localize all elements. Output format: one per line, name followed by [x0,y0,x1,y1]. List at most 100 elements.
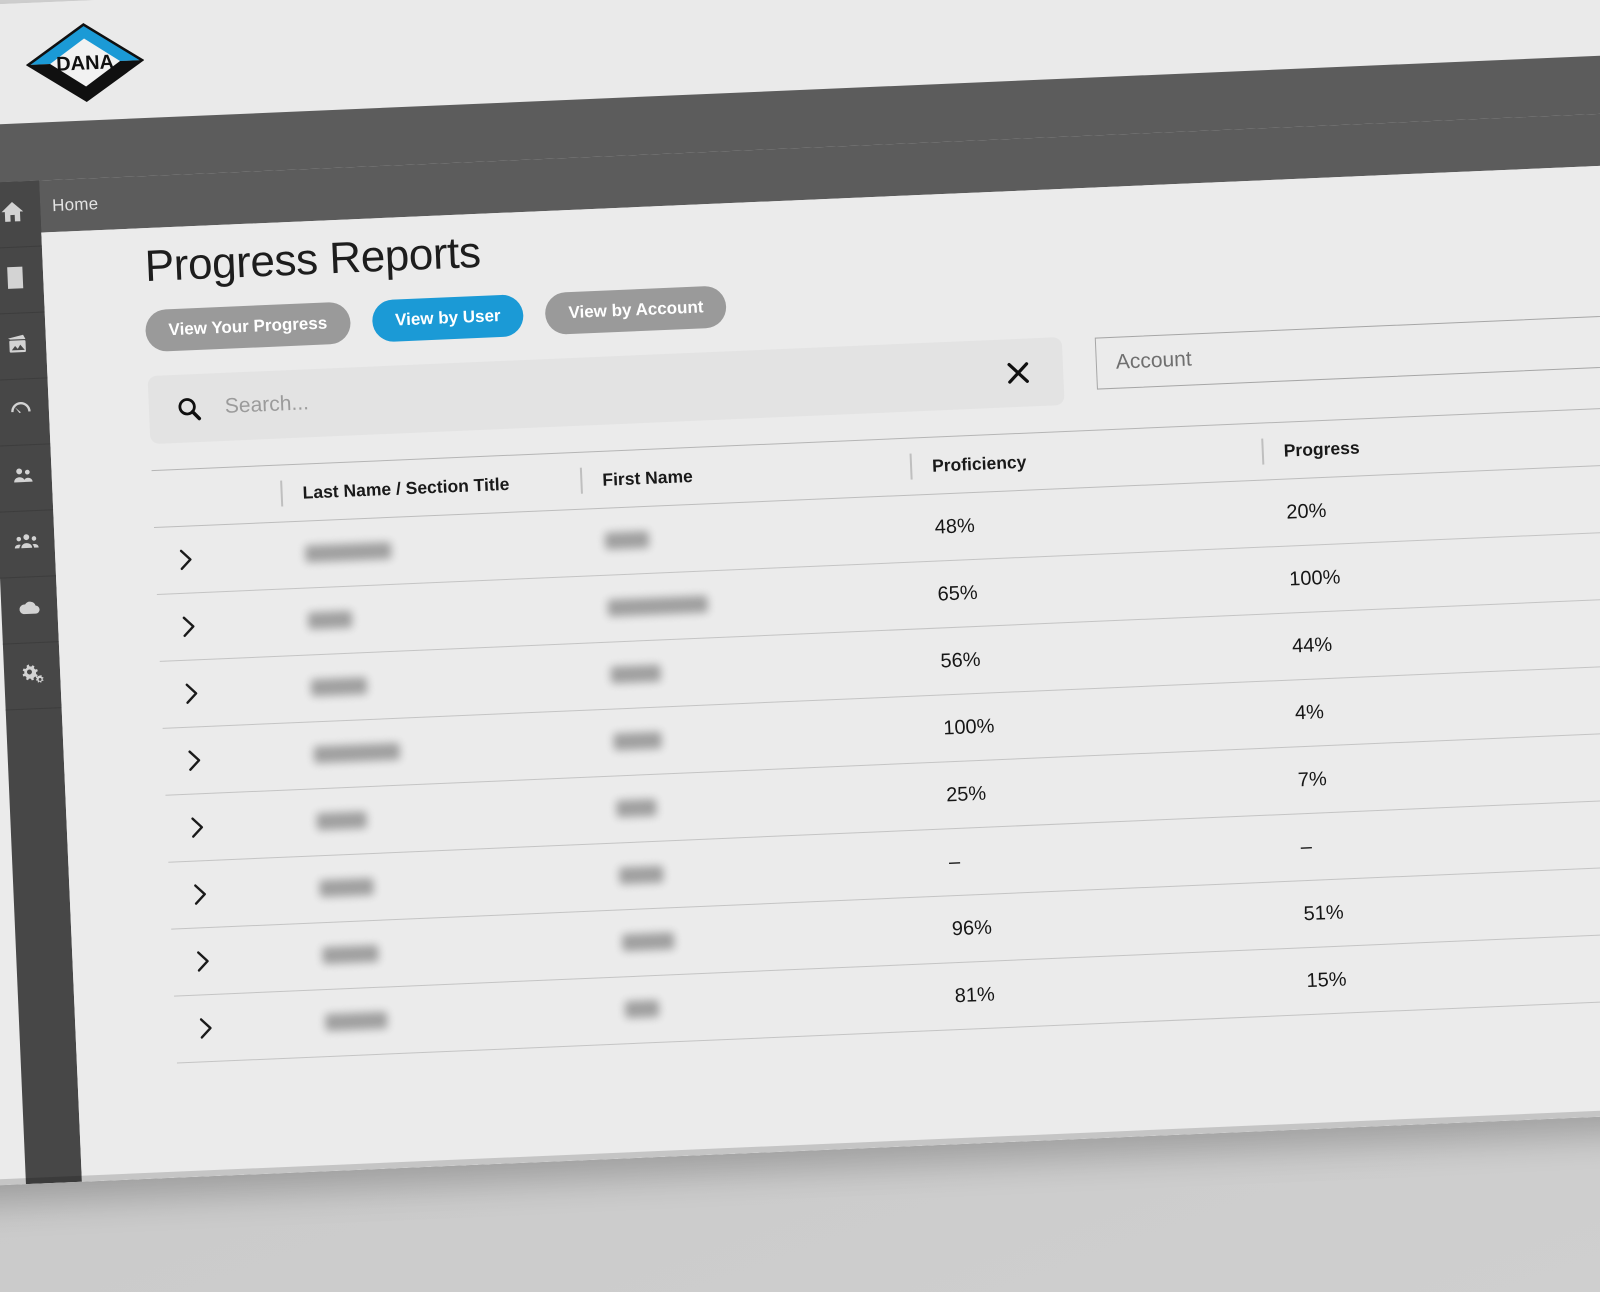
account-input[interactable] [1095,311,1600,389]
sidebar-item-groups[interactable] [0,510,57,579]
cell-progress: 4% [1294,700,1325,724]
user-group-icon [13,528,40,560]
row-expander-button[interactable] [169,877,298,908]
cell-last-name [292,735,592,766]
redacted-last-name [307,610,353,630]
row-expander-button[interactable] [166,810,295,841]
cell-proficiency: 100% [942,714,995,739]
cell-progress: 51% [1303,901,1345,925]
cell-proficiency: 25% [945,782,987,806]
cell-last-name [283,534,583,565]
view-tabs: View Your Progress View by User View by … [144,285,728,353]
sidebar-item-home[interactable] [0,180,42,249]
book-icon [2,264,29,296]
redacted-last-name [313,742,401,764]
gears-icon [19,660,46,692]
row-expander-button[interactable] [163,743,292,774]
search-bar [147,337,1065,445]
cell-proficiency: 81% [954,983,996,1007]
chevron-right-icon [197,1015,215,1042]
sidebar-item-settings[interactable] [2,642,62,711]
redacted-first-name [616,799,657,818]
cell-proficiency: 96% [951,916,993,940]
row-expander-button[interactable] [175,1011,304,1042]
cell-last-name [289,668,589,699]
cell-first-name [586,587,916,619]
browser-page: DANA Home Progress Reports View Your Pro… [0,0,1600,1188]
cell-first-name [591,720,921,752]
cell-progress: 100% [1288,565,1341,591]
tab-view-your-progress[interactable]: View Your Progress [144,301,352,353]
cell-last-name [300,935,600,966]
column-header-proficiency[interactable]: Proficiency [910,441,1263,477]
chevron-right-icon [180,613,198,640]
redacted-last-name [322,945,379,965]
chevron-right-icon [177,546,195,573]
column-header-last-name[interactable]: Last Name / Section Title [280,470,581,504]
row-expander-button[interactable] [158,609,287,640]
redacted-first-name [621,932,675,952]
redacted-last-name [304,542,392,563]
progress-table: Last Name / Section Title First Name Pro… [151,404,1600,1064]
cell-progress: 7% [1297,767,1328,791]
breadcrumb[interactable]: Home [52,194,99,216]
cell-proficiency: 48% [934,514,976,539]
media-icon [4,330,31,362]
main-content: Progress Reports View Your Progress View… [41,162,1600,1182]
cell-first-name [583,520,913,552]
account-filter [1094,310,1600,390]
redacted-first-name [607,595,709,617]
cell-proficiency: – [948,850,961,873]
chevron-right-icon [191,881,209,908]
cell-first-name [594,787,924,819]
row-expander-button[interactable] [172,944,301,975]
column-header-first-name[interactable]: First Name [580,456,911,491]
page-title: Progress Reports [143,227,482,292]
redacted-last-name [319,878,374,898]
table-header-expander [153,494,281,499]
cell-last-name [297,868,597,899]
tab-view-by-user[interactable]: View by User [371,294,525,343]
sidebar-item-courses[interactable] [0,246,45,315]
cell-last-name [294,801,594,832]
sidebar-item-reports[interactable] [0,378,51,447]
table-body: 48% 20% 65% 100% 56% 44% 100% 4% 25% 7% – – 96% 51% 81… [154,462,1600,1064]
chevron-right-icon [194,948,212,975]
search-input[interactable] [222,360,1004,420]
sidebar-item-media[interactable] [0,312,48,381]
cell-progress: – [1300,835,1313,858]
redacted-first-name [604,531,650,551]
dana-logo: DANA [24,20,145,105]
redacted-first-name [610,664,662,684]
redacted-last-name [324,1011,388,1032]
cell-last-name [286,601,586,632]
cell-first-name [603,988,933,1020]
chevron-right-icon [183,680,201,707]
user-pair-icon [10,462,37,494]
cell-proficiency: 65% [937,581,979,606]
screenshot-stage: DANA Home Progress Reports View Your Pro… [0,0,1600,1292]
row-expander-button[interactable] [155,543,284,574]
cell-first-name [597,854,927,886]
tab-view-by-account[interactable]: View by Account [544,285,728,336]
search-icon [174,394,203,423]
clear-search-button[interactable] [1003,357,1034,388]
cell-proficiency: 56% [939,648,981,673]
cell-progress: 15% [1305,967,1347,992]
redacted-last-name [316,811,368,831]
cell-progress: 44% [1291,633,1333,657]
chevron-right-icon [185,747,203,774]
row-expander-button[interactable] [161,676,290,707]
cloud-icon [16,594,43,626]
redacted-last-name [310,677,368,697]
redacted-first-name [618,865,664,885]
sidebar-item-users[interactable] [0,444,54,513]
column-header-progress[interactable]: Progress [1261,423,1600,462]
chevron-right-icon [188,814,206,841]
cell-first-name [600,921,930,953]
cell-progress: 20% [1285,499,1327,524]
home-icon [0,198,26,230]
close-icon [1003,362,1034,391]
sidebar-item-cloud[interactable] [0,576,59,645]
gauge-icon [7,396,34,428]
